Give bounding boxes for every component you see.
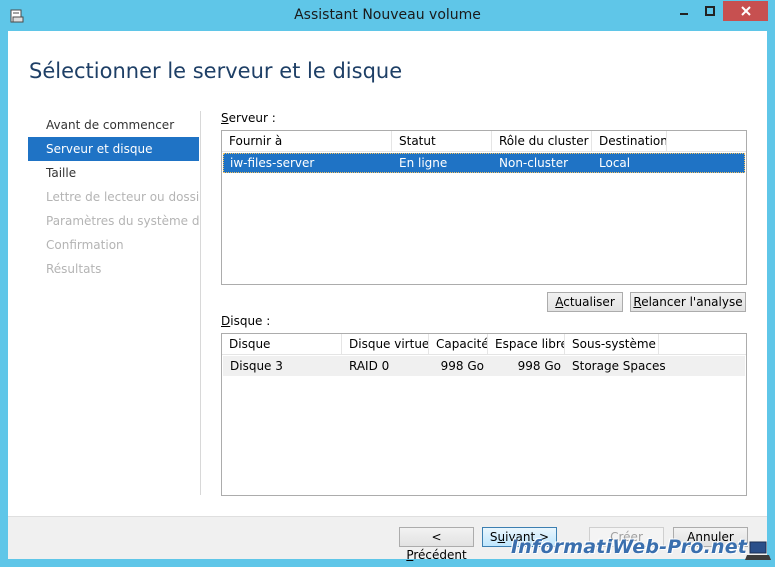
table-row-disk[interactable]: Disque 3 RAID 0 998 Go 998 Go Storage Sp… bbox=[223, 356, 745, 376]
nav-item-resultats: Résultats bbox=[46, 262, 102, 276]
disk-label-text: isque : bbox=[230, 314, 271, 328]
rescan-label: elancer l'analyse bbox=[641, 295, 743, 309]
column-header-disque-virtuel[interactable]: Disque virtuel bbox=[342, 334, 429, 354]
column-header-capacite[interactable]: Capacité bbox=[429, 334, 488, 354]
nav-item-lettre-lecteur: Lettre de lecteur ou dossier bbox=[46, 190, 199, 204]
cell-free-space: 998 Go bbox=[517, 359, 561, 373]
cell-disk: Disque 3 bbox=[230, 359, 283, 373]
maximize-icon bbox=[705, 6, 715, 16]
column-header-role-cluster[interactable]: Rôle du cluster bbox=[492, 131, 592, 151]
page-title: Sélectionner le serveur et le disque bbox=[29, 59, 403, 83]
server-label: Serveur : bbox=[221, 111, 276, 125]
column-header-statut[interactable]: Statut bbox=[392, 131, 492, 151]
cell-subsystem: Storage Spaces bbox=[572, 359, 666, 373]
cell-virtual-disk: RAID 0 bbox=[349, 359, 390, 373]
nav-item-taille[interactable]: Taille bbox=[28, 161, 199, 185]
nav-divider bbox=[200, 111, 201, 495]
column-header-espace-libre[interactable]: Espace libre bbox=[488, 334, 565, 354]
disk-label-mnemonic: D bbox=[221, 314, 231, 328]
minimize-button[interactable] bbox=[671, 1, 697, 21]
server-label-mnemonic: S bbox=[221, 111, 229, 125]
watermark-text: InformatiWeb-Pro.net bbox=[511, 536, 748, 558]
server-table-header: Fournir à Statut Rôle du cluster Destina… bbox=[222, 131, 746, 152]
close-icon bbox=[740, 6, 751, 16]
minimize-icon bbox=[680, 13, 688, 15]
column-header-fournir[interactable]: Fournir à bbox=[222, 131, 392, 151]
rescan-button[interactable]: Relancer l'analyse bbox=[630, 292, 746, 312]
column-header-destination[interactable]: Destination bbox=[592, 131, 667, 151]
cell-status: En ligne bbox=[399, 156, 448, 170]
server-label-text: erveur : bbox=[228, 111, 276, 125]
nav-item-confirmation: Confirmation bbox=[46, 238, 124, 252]
disk-table: Disque Disque virtuel Capacité Espace li… bbox=[221, 333, 747, 496]
wizard-steps-nav: Avant de commencer Serveur et disque Tai… bbox=[28, 113, 199, 281]
refresh-label: ctualiser bbox=[563, 295, 615, 309]
cell-capacity: 998 Go bbox=[440, 359, 484, 373]
previous-label: récédent bbox=[413, 548, 467, 562]
cell-provider: iw-files-server bbox=[230, 156, 315, 170]
window-title: Assistant Nouveau volume bbox=[294, 7, 481, 23]
nav-item-parametres-systeme: Paramètres du système d... bbox=[46, 214, 199, 228]
disk-label: Disque : bbox=[221, 314, 270, 328]
column-header-disque[interactable]: Disque bbox=[222, 334, 342, 354]
next-prefix: S bbox=[489, 530, 498, 544]
close-button[interactable] bbox=[723, 1, 768, 21]
server-table: Fournir à Statut Rôle du cluster Destina… bbox=[221, 130, 747, 285]
laptop-logo-icon bbox=[745, 541, 771, 560]
wizard-client-area: Sélectionner le serveur et le disque Ava… bbox=[8, 31, 767, 562]
previous-prefix: < bbox=[431, 530, 442, 544]
title-bar: Assistant Nouveau volume bbox=[0, 0, 775, 31]
table-row-server[interactable]: iw-files-server En ligne Non-cluster Loc… bbox=[223, 153, 745, 173]
cell-cluster-role: Non-cluster bbox=[499, 156, 569, 170]
previous-button[interactable]: < Précédent bbox=[399, 527, 474, 562]
column-header-sous-systeme[interactable]: Sous-système bbox=[565, 334, 659, 354]
cell-destination: Local bbox=[599, 156, 631, 170]
next-mnemonic: u bbox=[497, 530, 506, 544]
nav-item-serveur-et-disque[interactable]: Serveur et disque bbox=[28, 137, 199, 161]
maximize-button[interactable] bbox=[697, 1, 723, 21]
disk-table-header: Disque Disque virtuel Capacité Espace li… bbox=[222, 334, 746, 355]
refresh-button[interactable]: Actualiser bbox=[547, 292, 623, 312]
nav-item-avant-de-commencer[interactable]: Avant de commencer bbox=[28, 113, 199, 137]
